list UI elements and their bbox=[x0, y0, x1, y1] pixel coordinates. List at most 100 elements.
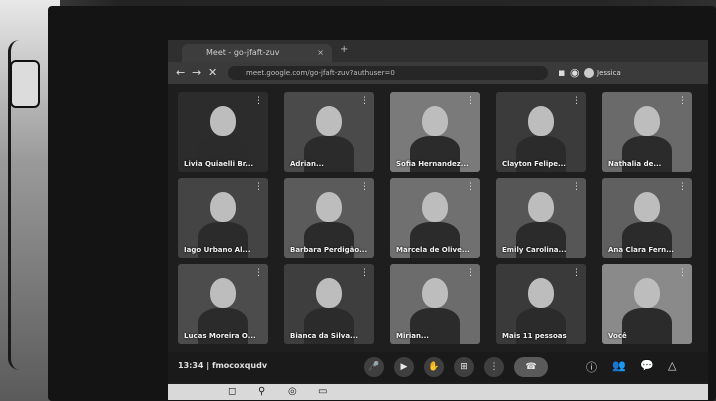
participant-name: Lucas Moreira O... bbox=[184, 332, 256, 340]
participant-name: Adrian... bbox=[290, 160, 324, 168]
participant-tile[interactable]: ⋮ Adrian... bbox=[284, 92, 374, 172]
participant-name: Você bbox=[608, 332, 627, 340]
tile-options-icon[interactable]: ⋮ bbox=[572, 96, 581, 106]
participant-video bbox=[422, 106, 448, 136]
participant-video bbox=[210, 192, 236, 222]
more-options-button[interactable]: ⋮ bbox=[484, 357, 504, 377]
present-button[interactable]: ⊞ bbox=[454, 357, 474, 377]
meeting-code: fmocoxqudv bbox=[211, 361, 268, 370]
tile-options-icon[interactable]: ⋮ bbox=[466, 268, 475, 278]
participant-tile[interactable]: ⋮ Mirian... bbox=[390, 264, 480, 344]
info-icon[interactable]: ⓘ bbox=[586, 359, 597, 375]
participant-video bbox=[422, 278, 448, 308]
participant-name: Emily Carolina... bbox=[502, 246, 567, 254]
participant-tile[interactable]: ⋮ Ana Clara Fern... bbox=[602, 178, 692, 258]
participant-tile[interactable]: ⋮ Mais 11 pessoas bbox=[496, 264, 586, 344]
participant-name: Barbara Perdigão... bbox=[290, 246, 368, 254]
os-taskbar: ◻ ⚲ ◎ ▭ bbox=[168, 384, 708, 400]
participant-tile[interactable]: ⋮ Você bbox=[602, 264, 692, 344]
participant-grid: ⋮ Livia Quiaelli Br... ⋮ Adrian... ⋮ Sofia He… bbox=[168, 92, 708, 350]
close-icon[interactable]: ✕ bbox=[208, 66, 217, 79]
participant-tile[interactable]: ⋮ Nathalia de... bbox=[602, 92, 692, 172]
forward-icon[interactable]: → bbox=[192, 66, 201, 79]
tile-options-icon[interactable]: ⋮ bbox=[360, 182, 369, 192]
participant-name: Bianca da Silva... bbox=[290, 332, 359, 340]
participant-name: Clayton Felipe... bbox=[502, 160, 566, 168]
participant-video bbox=[634, 106, 660, 136]
photo-scene: Meet - go-jfaft-zuv × + ← → ✕ meet.googl… bbox=[0, 0, 716, 401]
activities-icon[interactable]: △ bbox=[668, 359, 676, 372]
tile-options-icon[interactable]: ⋮ bbox=[360, 96, 369, 106]
participant-tile[interactable]: ⋮ Livia Quiaelli Br... bbox=[178, 92, 268, 172]
chat-icon[interactable]: 💬 bbox=[640, 359, 654, 372]
mic-button[interactable]: 🎤 bbox=[364, 357, 384, 377]
extension-icon[interactable]: ◉ bbox=[570, 66, 580, 79]
browser-tab[interactable]: Meet - go-jfaft-zuv × bbox=[182, 44, 332, 62]
back-icon[interactable]: ← bbox=[176, 66, 185, 79]
address-bar: ← → ✕ meet.google.com/go-jfaft-zuv?authu… bbox=[168, 62, 708, 84]
participant-video bbox=[634, 192, 660, 222]
participant-tile[interactable]: ⋮ Lucas Moreira O... bbox=[178, 264, 268, 344]
participant-tile[interactable]: ⋮ Clayton Felipe... bbox=[496, 92, 586, 172]
tile-options-icon[interactable]: ⋮ bbox=[572, 268, 581, 278]
participant-body bbox=[622, 308, 672, 344]
url-input[interactable]: meet.google.com/go-jfaft-zuv?authuser=0 bbox=[228, 66, 548, 80]
tile-options-icon[interactable]: ⋮ bbox=[466, 182, 475, 192]
participant-name: Nathalia de... bbox=[608, 160, 662, 168]
browser-icon[interactable]: ◎ bbox=[288, 386, 297, 397]
profile-label: Jessica bbox=[597, 69, 621, 77]
meeting-separator: | bbox=[206, 361, 210, 370]
participant-video bbox=[528, 192, 554, 222]
participant-name: Livia Quiaelli Br... bbox=[184, 160, 254, 168]
raise-hand-button[interactable]: ✋ bbox=[424, 357, 444, 377]
folder-icon[interactable]: ▭ bbox=[318, 386, 327, 397]
participant-video bbox=[634, 278, 660, 308]
tile-options-icon[interactable]: ⋮ bbox=[466, 96, 475, 106]
participant-tile[interactable]: ⋮ Sofia Hernandez... bbox=[390, 92, 480, 172]
meeting-info: 13:34 | fmocoxqudv bbox=[178, 361, 267, 370]
participant-tile[interactable]: ⋮ Barbara Perdigão... bbox=[284, 178, 374, 258]
participant-name: Mirian... bbox=[396, 332, 429, 340]
tile-options-icon[interactable]: ⋮ bbox=[254, 96, 263, 106]
screen: Meet - go-jfaft-zuv × + ← → ✕ meet.googl… bbox=[168, 40, 708, 400]
camera-button[interactable]: ▶ bbox=[394, 357, 414, 377]
tile-options-icon[interactable]: ⋮ bbox=[254, 182, 263, 192]
participant-name: Iago Urbano Al... bbox=[184, 246, 251, 254]
tile-options-icon[interactable]: ⋮ bbox=[360, 268, 369, 278]
meeting-time: 13:34 bbox=[178, 361, 204, 370]
participant-tile[interactable]: ⋮ Bianca da Silva... bbox=[284, 264, 374, 344]
tab-title: Meet - go-jfaft-zuv bbox=[206, 48, 280, 57]
participant-video bbox=[210, 106, 236, 136]
tile-options-icon[interactable]: ⋮ bbox=[678, 182, 687, 192]
tab-close-icon[interactable]: × bbox=[317, 44, 324, 62]
participant-name: Sofia Hernandez... bbox=[396, 160, 469, 168]
camera-status-icon[interactable]: ▪ bbox=[558, 66, 565, 79]
participant-video bbox=[528, 106, 554, 136]
participant-tile[interactable]: ⋮ Emily Carolina... bbox=[496, 178, 586, 258]
tile-options-icon[interactable]: ⋮ bbox=[254, 268, 263, 278]
tile-options-icon[interactable]: ⋮ bbox=[678, 268, 687, 278]
participant-tile[interactable]: ⋮ Marcela de Olive... bbox=[390, 178, 480, 258]
participant-video bbox=[316, 106, 342, 136]
new-tab-icon[interactable]: + bbox=[340, 44, 348, 55]
participant-video bbox=[528, 278, 554, 308]
participant-tile[interactable]: ⋮ Iago Urbano Al... bbox=[178, 178, 268, 258]
participant-video bbox=[316, 278, 342, 308]
participant-video bbox=[422, 192, 448, 222]
end-call-button[interactable]: ☎ bbox=[514, 357, 548, 377]
search-icon[interactable]: ⚲ bbox=[258, 386, 265, 397]
participant-video bbox=[210, 278, 236, 308]
participant-name: Mais 11 pessoas bbox=[502, 332, 567, 340]
participant-video bbox=[316, 192, 342, 222]
browser-tabbar: Meet - go-jfaft-zuv × + bbox=[168, 40, 708, 62]
start-icon[interactable]: ◻ bbox=[228, 386, 236, 397]
tile-options-icon[interactable]: ⋮ bbox=[572, 182, 581, 192]
avatar bbox=[584, 68, 594, 78]
plug bbox=[10, 60, 40, 108]
profile-button[interactable]: Jessica bbox=[584, 65, 634, 81]
participant-name: Ana Clara Fern... bbox=[608, 246, 675, 254]
tile-options-icon[interactable]: ⋮ bbox=[678, 96, 687, 106]
people-icon[interactable]: 👥 bbox=[612, 359, 626, 372]
meeting-controls-bar: 13:34 | fmocoxqudv 🎤 ▶ ✋ ⊞ ⋮ ☎ ⓘ 👥 💬 △ bbox=[168, 352, 708, 382]
participant-name: Marcela de Olive... bbox=[396, 246, 470, 254]
